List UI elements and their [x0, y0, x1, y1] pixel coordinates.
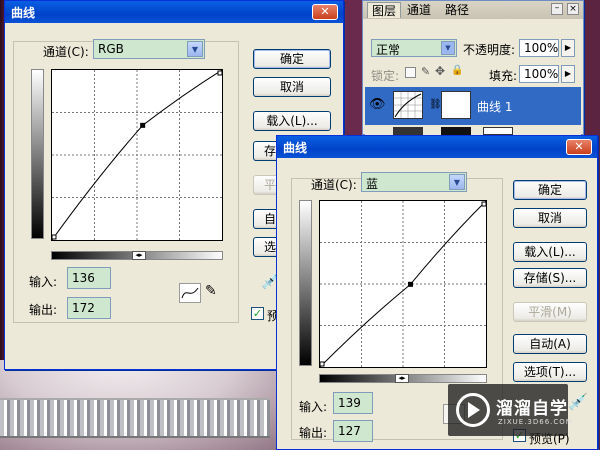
channel-value: RGB — [98, 42, 124, 56]
curve-endpoint-black[interactable] — [319, 361, 325, 367]
tab-paths[interactable]: 路径 — [441, 2, 473, 18]
curve-endpoint-white[interactable] — [481, 201, 487, 207]
layer-name: 曲线 1 — [477, 100, 513, 114]
curve-control-point[interactable] — [140, 122, 146, 128]
close-icon[interactable]: ✕ — [312, 4, 338, 20]
output-label: 输出: — [299, 426, 328, 440]
gradient-toggle-icon[interactable]: ◂▸ — [395, 374, 409, 383]
chevron-down-icon[interactable]: ▼ — [187, 41, 203, 57]
lock-all-icon[interactable]: 🔒 — [451, 65, 463, 76]
lock-move-icon[interactable]: ✥ — [435, 64, 445, 78]
panel-close-icon[interactable]: × — [567, 3, 579, 15]
output-field[interactable]: 172 — [67, 297, 111, 319]
close-icon[interactable]: ✕ — [566, 139, 592, 155]
curve-graph[interactable] — [319, 200, 487, 368]
cancel-button[interactable]: 取消 — [513, 208, 587, 228]
tab-channels[interactable]: 通道 — [403, 2, 435, 18]
opacity-arrow-icon[interactable]: ▶ — [561, 39, 575, 57]
watermark-logo: 溜溜自学 ZIXUE.3D66.COM — [448, 384, 572, 436]
channel-label: 通道(C): — [311, 178, 357, 192]
watermark-title: 溜溜自学 — [496, 399, 568, 419]
lock-transparency-icon[interactable] — [405, 67, 416, 78]
input-field[interactable]: 139 — [333, 392, 373, 414]
output-label: 输出: — [29, 303, 58, 317]
layer-row-partial — [365, 127, 581, 135]
opacity-input[interactable]: 100% — [519, 39, 559, 57]
channel-select[interactable]: 蓝 ▼ — [361, 172, 467, 192]
preview-checkbox[interactable]: ✓ — [251, 307, 264, 320]
fill-label: 填充: — [489, 69, 518, 83]
output-gradient-bar — [31, 69, 44, 239]
play-icon — [468, 402, 480, 418]
eye-icon[interactable]: 👁 — [369, 97, 386, 112]
load-button[interactable]: 载入(L)... — [253, 111, 331, 131]
dialog-titlebar: 曲线 ✕ — [277, 136, 597, 158]
smooth-button[interactable]: 平滑(M) — [513, 302, 587, 322]
fill-input[interactable]: 100% — [519, 65, 559, 83]
eyedropper-icon[interactable]: 💉 — [568, 392, 588, 411]
channel-value: 蓝 — [366, 177, 379, 191]
curve-endpoint-white[interactable] — [217, 70, 223, 76]
ok-button[interactable]: 确定 — [513, 180, 587, 200]
input-field[interactable]: 136 — [67, 267, 111, 289]
load-button[interactable]: 载入(L)... — [513, 242, 587, 262]
lock-label: 锁定: — [371, 69, 400, 83]
opacity-label: 不透明度: — [463, 43, 516, 57]
blend-mode-select[interactable]: 正常 ▼ — [371, 39, 457, 57]
tab-layers[interactable]: 图层 — [367, 2, 402, 18]
photo-belt — [0, 398, 270, 438]
ok-button[interactable]: 确定 — [253, 49, 331, 69]
fill-arrow-icon[interactable]: ▶ — [561, 65, 575, 83]
curve-graph-svg[interactable] — [51, 69, 223, 241]
chevron-down-icon[interactable]: ▼ — [441, 41, 455, 55]
cancel-button[interactable]: 取消 — [253, 77, 331, 97]
output-field[interactable]: 127 — [333, 420, 373, 442]
save-button[interactable]: 存储(S)... — [513, 268, 587, 288]
dialog-title: 曲线 — [283, 141, 308, 155]
chevron-down-icon[interactable]: ▼ — [449, 174, 465, 190]
curve-graph[interactable] — [51, 69, 223, 241]
channel-label: 通道(C): — [43, 45, 89, 59]
lock-brush-icon[interactable]: ✎ — [421, 65, 430, 78]
curve-tool-icon[interactable] — [179, 283, 201, 303]
pencil-tool-icon[interactable]: ✎ — [205, 283, 217, 299]
curve-endpoint-black[interactable] — [51, 234, 57, 240]
auto-button[interactable]: 自动(A) — [513, 334, 587, 354]
input-label: 输入: — [299, 400, 328, 414]
gradient-toggle-icon[interactable]: ◂▸ — [132, 251, 146, 260]
layer-row-curves[interactable]: 👁 ⛓ 曲线 1 — [365, 87, 581, 125]
blend-mode-value: 正常 — [376, 43, 401, 57]
link-icon: ⛓ — [429, 99, 442, 110]
layers-panel: 图层 通道 路径 – × 正常 ▼ 不透明度: 100% ▶ 锁定: ✎ ✥ 🔒… — [362, 0, 584, 135]
channel-select[interactable]: RGB ▼ — [93, 39, 205, 59]
graph-grid — [52, 70, 222, 240]
watermark-subtitle: ZIXUE.3D66.COM — [498, 418, 573, 426]
dialog-titlebar: 曲线 ✕ — [5, 1, 343, 23]
input-label: 输入: — [29, 275, 58, 289]
options-button[interactable]: 选项(T)... — [513, 362, 587, 382]
curves-adjustment-icon — [393, 91, 423, 119]
curve-control-point[interactable] — [407, 281, 413, 287]
layer-mask-thumbnail — [441, 91, 471, 119]
curve-graph-svg[interactable] — [319, 200, 487, 368]
dialog-title: 曲线 — [11, 6, 36, 20]
output-gradient-bar — [299, 200, 312, 366]
panel-minimize-icon[interactable]: – — [551, 3, 563, 15]
